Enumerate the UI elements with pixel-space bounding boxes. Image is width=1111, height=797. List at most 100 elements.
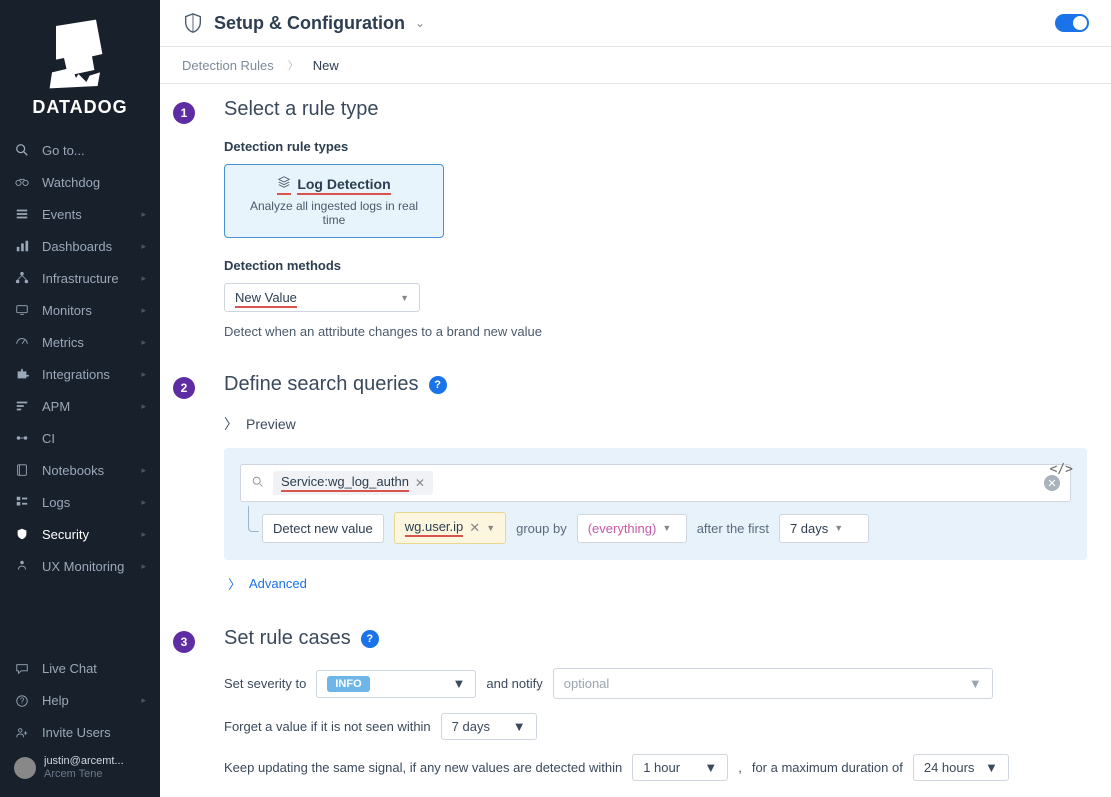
nav-logs[interactable]: Logs▸	[0, 486, 160, 518]
chevron-right-icon: ▸	[141, 369, 146, 380]
clear-search-icon[interactable]: ✕	[1044, 475, 1060, 491]
search-icon	[14, 142, 30, 158]
nav-invite-users[interactable]: Invite Users	[0, 717, 160, 749]
nav-security[interactable]: Security▸	[0, 518, 160, 550]
logs-icon	[14, 494, 30, 510]
book-icon	[14, 462, 30, 478]
preview-label: Preview	[246, 416, 296, 432]
detection-methods-label: Detection methods	[224, 258, 1087, 273]
nav-dashboards[interactable]: Dashboards▸	[0, 230, 160, 262]
chevron-right-icon: ▸	[141, 695, 146, 706]
search-input[interactable]: Service:wg_log_authn ✕ ✕	[240, 464, 1071, 502]
step-3-badge: 3	[173, 631, 195, 653]
groupby-label: group by	[516, 521, 567, 536]
shield-icon	[182, 12, 204, 34]
advanced-toggle[interactable]: 〉 Advanced	[228, 574, 1087, 593]
chevron-down-icon: ▼	[662, 523, 671, 533]
user-email: justin@arcemt...	[44, 755, 124, 768]
search-tag[interactable]: Service:wg_log_authn ✕	[273, 471, 433, 495]
chevron-down-icon[interactable]: ⌄	[415, 16, 425, 30]
detection-method-value: New Value	[235, 290, 297, 308]
header: Setup & Configuration ⌄	[160, 0, 1111, 47]
nav-infrastructure[interactable]: Infrastructure▸	[0, 262, 160, 294]
step-3: 3 Set rule cases ? Set severity to INFO …	[166, 613, 1087, 797]
notify-label: and notify	[486, 676, 542, 691]
chevron-right-icon: ▸	[141, 561, 146, 572]
detection-method-help: Detect when an attribute changes to a br…	[224, 324, 1087, 339]
nav-metrics[interactable]: Metrics▸	[0, 326, 160, 358]
step-1: 1 Select a rule type Detection rule type…	[166, 84, 1087, 359]
ux-icon	[14, 558, 30, 574]
chevron-right-icon: ▸	[141, 241, 146, 252]
max-select[interactable]: 24 hours ▼	[913, 754, 1009, 781]
keep-label: Keep updating the same signal, if any ne…	[224, 760, 622, 775]
code-toggle-button[interactable]: </>	[1050, 462, 1073, 477]
advanced-label: Advanced	[249, 576, 307, 591]
nav-goto[interactable]: Go to...	[0, 134, 160, 166]
breadcrumb-parent[interactable]: Detection Rules	[182, 58, 274, 73]
chevron-right-icon: 〉	[224, 414, 238, 434]
forget-value: 7 days	[452, 719, 505, 734]
groupby-select[interactable]: (everything) ▼	[577, 514, 687, 543]
after-label: after the first	[697, 521, 769, 536]
detect-value: wg.user.ip	[405, 519, 464, 537]
breadcrumb: Detection Rules 〉 New	[160, 47, 1111, 84]
forget-label: Forget a value if it is not seen within	[224, 719, 431, 734]
enable-toggle[interactable]	[1055, 14, 1089, 32]
shield-icon	[14, 526, 30, 542]
chevron-down-icon: ▼	[985, 760, 998, 775]
step-2: 2 Define search queries ? 〉 Preview </>	[166, 359, 1087, 613]
help-icon[interactable]: ?	[361, 630, 379, 648]
after-value: 7 days	[790, 521, 828, 536]
nav-help[interactable]: ?Help▸	[0, 685, 160, 717]
chevron-right-icon: 〉	[228, 574, 241, 593]
query-box: </> Service:wg_log_authn ✕ ✕ Detect new …	[224, 448, 1087, 560]
chevron-down-icon: ▼	[486, 523, 495, 533]
max-value: 24 hours	[924, 760, 977, 775]
chevron-right-icon: ▸	[141, 305, 146, 316]
forget-select[interactable]: 7 days ▼	[441, 713, 537, 740]
nav-events[interactable]: Events▸	[0, 198, 160, 230]
preview-toggle[interactable]: 〉 Preview	[224, 414, 1087, 434]
step-1-badge: 1	[173, 102, 195, 124]
keep-select[interactable]: 1 hour ▼	[632, 754, 728, 781]
detect-value-select[interactable]: wg.user.ip ✕ ▼	[394, 512, 506, 544]
chevron-down-icon: ▼	[453, 676, 466, 691]
binoculars-icon	[14, 174, 30, 190]
nav-apm[interactable]: APM▸	[0, 390, 160, 422]
close-icon[interactable]: ✕	[469, 520, 480, 536]
main: Setup & Configuration ⌄ Detection Rules …	[160, 0, 1111, 797]
nav-integrations[interactable]: Integrations▸	[0, 358, 160, 390]
sidebar-bottom: Live Chat ?Help▸ Invite Users justin@arc…	[0, 645, 160, 797]
chevron-right-icon: ▸	[141, 273, 146, 284]
detection-method-select[interactable]: New Value ▼	[224, 283, 420, 312]
dashboard-icon	[14, 238, 30, 254]
chevron-right-icon: ▸	[141, 529, 146, 540]
monitor-icon	[14, 302, 30, 318]
user-row[interactable]: justin@arcemt... Arcem Tene	[0, 749, 160, 787]
nav-ci[interactable]: CI	[0, 422, 160, 454]
user-org: Arcem Tene	[44, 768, 124, 781]
chevron-down-icon: ▼	[400, 293, 409, 303]
notify-placeholder: optional	[564, 676, 610, 691]
nav-notebooks[interactable]: Notebooks▸	[0, 454, 160, 486]
help-icon[interactable]: ?	[429, 376, 447, 394]
after-select[interactable]: 7 days ▼	[779, 514, 869, 543]
detect-label-chip: Detect new value	[262, 514, 384, 543]
avatar	[14, 757, 36, 779]
page-title: Setup & Configuration	[214, 13, 405, 34]
nav-monitors[interactable]: Monitors▸	[0, 294, 160, 326]
chevron-right-icon: ▸	[141, 497, 146, 508]
notify-select[interactable]: optional ▼	[553, 668, 993, 699]
chevron-down-icon: ▼	[704, 760, 717, 775]
rule-card-title: Log Detection	[297, 176, 390, 195]
content: 1 Select a rule type Detection rule type…	[160, 84, 1111, 797]
rule-type-log-detection[interactable]: Log Detection Analyze all ingested logs …	[224, 164, 444, 238]
nav-live-chat[interactable]: Live Chat	[0, 653, 160, 685]
severity-select[interactable]: INFO ▼	[316, 670, 476, 698]
remove-tag-icon[interactable]: ✕	[415, 476, 425, 490]
chevron-right-icon: ▸	[141, 209, 146, 220]
apm-icon	[14, 398, 30, 414]
nav-ux-monitoring[interactable]: UX Monitoring▸	[0, 550, 160, 582]
nav-watchdog[interactable]: Watchdog	[0, 166, 160, 198]
